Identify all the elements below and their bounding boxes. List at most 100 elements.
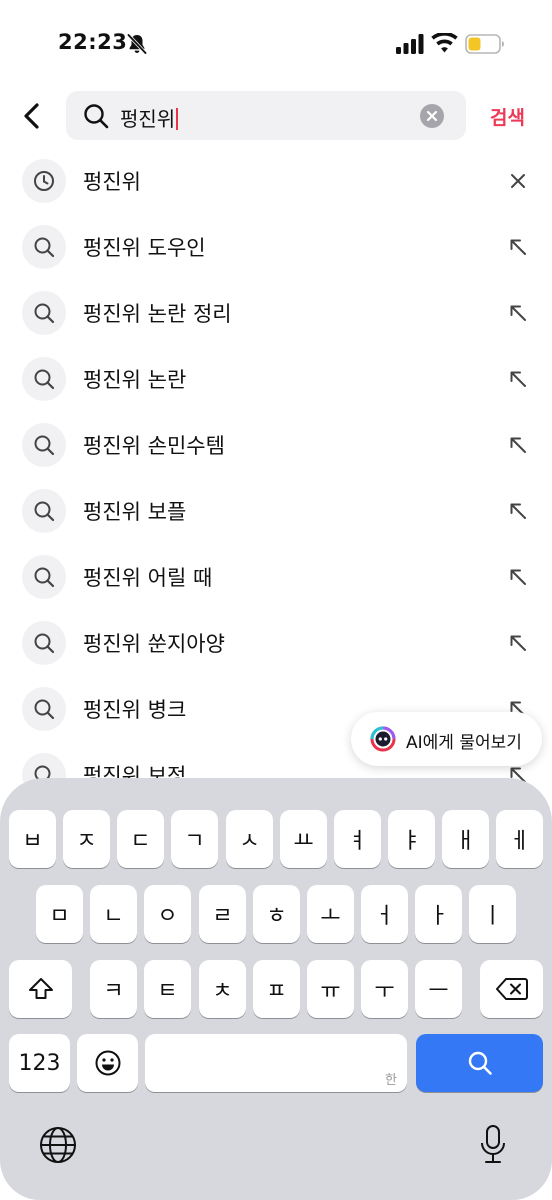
key[interactable]: ㅊ [199,960,246,1018]
suggestion-item[interactable]: 펑진위 쑨지아양 [0,610,552,676]
backspace-key[interactable] [480,960,543,1018]
key[interactable]: ㅂ [9,810,56,868]
search-key[interactable] [416,1034,543,1092]
bell-slash-icon [127,33,147,55]
emoji-key[interactable] [77,1034,138,1092]
fill-arrow-icon [510,371,526,387]
search-icon [34,435,55,456]
search-icon [34,303,55,324]
history-icon-circle [22,159,66,203]
key[interactable]: ㅇ [144,885,191,943]
shift-icon [28,978,53,999]
fill-arrow-icon [510,305,526,321]
search-input[interactable]: 펑진위 [66,91,466,140]
back-button[interactable] [14,96,50,136]
suggestion-item[interactable]: 펑진위 도우인 [0,214,552,280]
key[interactable]: ㄹ [199,885,246,943]
key[interactable]: ㅈ [63,810,110,868]
key[interactable]: ㄱ [171,810,218,868]
key[interactable]: ㅗ [307,885,354,943]
fill-suggestion-button[interactable] [505,300,531,326]
space-key[interactable]: 한 [145,1034,407,1092]
ask-ai-button[interactable]: AI에게 물어보기 [351,712,542,766]
suggestion-item[interactable]: 펑진위 어릴 때 [0,544,552,610]
suggestion-icon-circle [22,555,66,599]
ai-assistant-icon [370,726,396,752]
key[interactable]: ㅋ [90,960,137,1018]
key[interactable]: ㅣ [469,885,516,943]
search-icon [84,104,109,129]
suggestion-icon-circle [22,423,66,467]
search-icon [34,237,55,258]
suggestion-text: 펑진위 병크 [83,698,187,722]
key[interactable]: ㄴ [90,885,137,943]
search-submit-button[interactable]: 검색 [490,103,525,130]
key[interactable]: ㅌ [144,960,191,1018]
dictation-button[interactable] [473,1123,513,1167]
backspace-icon [495,978,528,1000]
cellular-signal-icon [396,34,424,54]
fill-arrow-icon [510,239,526,255]
fill-arrow-icon [510,635,526,651]
key[interactable]: ㅡ [415,960,462,1018]
search-query-text: 펑진위 [120,103,179,132]
suggestion-item[interactable]: 펑진위 손민수템 [0,412,552,478]
wifi-icon [431,33,458,53]
key[interactable]: ㅜ [361,960,408,1018]
key[interactable]: ㅓ [361,885,408,943]
key[interactable]: ㅁ [36,885,83,943]
clear-x-icon [426,110,438,122]
text-caret [176,108,179,130]
status-time: 22:23 [58,30,128,54]
fill-arrow-icon [510,503,526,519]
key[interactable]: ㅏ [415,885,462,943]
fill-suggestion-button[interactable] [505,234,531,260]
suggestion-icon-circle [22,357,66,401]
fill-suggestion-button[interactable] [505,498,531,524]
search-icon [34,567,55,588]
status-bar: 22:23 [0,0,552,90]
ask-ai-label: AI에게 물어보기 [406,733,522,753]
suggestion-text: 펑진위 쑨지아양 [83,632,225,656]
chevron-left-icon [24,103,39,129]
key[interactable]: ㅠ [307,960,354,1018]
search-icon [468,1051,492,1075]
suggestion-text: 펑진위 [83,170,141,194]
search-icon [34,699,55,720]
key[interactable]: ㅔ [496,810,543,868]
numbers-key[interactable]: 123 [9,1034,70,1092]
fill-suggestion-button[interactable] [505,432,531,458]
suggestion-icon-circle [22,687,66,731]
history-item[interactable]: 펑진위 [0,148,552,214]
suggestion-icon-circle [22,291,66,335]
shift-key[interactable] [9,960,72,1018]
search-query-value: 펑진위 [120,107,176,131]
suggestion-text: 펑진위 논란 정리 [83,302,232,326]
search-icon [34,369,55,390]
suggestion-item[interactable]: 펑진위 보플 [0,478,552,544]
battery-low-icon [465,34,504,54]
key[interactable]: ㅅ [226,810,273,868]
fill-suggestion-button[interactable] [505,630,531,656]
key[interactable]: ㄷ [117,810,164,868]
suggestion-item[interactable]: 펑진위 논란 정리 [0,280,552,346]
suggestion-text: 펑진위 도우인 [83,236,206,260]
suggestion-item[interactable]: 펑진위 논란 [0,346,552,412]
key[interactable]: ㅛ [280,810,327,868]
fill-suggestion-button[interactable] [505,564,531,590]
clear-search-button[interactable] [420,104,444,128]
suggestion-icon-circle [22,489,66,533]
suggestion-text: 펑진위 손민수템 [83,434,225,458]
remove-x-icon [511,174,525,188]
key[interactable]: ㅍ [253,960,300,1018]
key[interactable]: ㅕ [334,810,381,868]
suggestion-text: 펑진위 어릴 때 [83,566,213,590]
fill-suggestion-button[interactable] [505,366,531,392]
globe-button[interactable] [38,1125,78,1165]
suggestion-text: 펑진위 논란 [83,368,187,392]
remove-history-button[interactable] [505,168,531,194]
key[interactable]: ㅐ [442,810,489,868]
space-language-hint: 한 [385,1073,397,1088]
key[interactable]: ㅑ [388,810,435,868]
key[interactable]: ㅎ [253,885,300,943]
